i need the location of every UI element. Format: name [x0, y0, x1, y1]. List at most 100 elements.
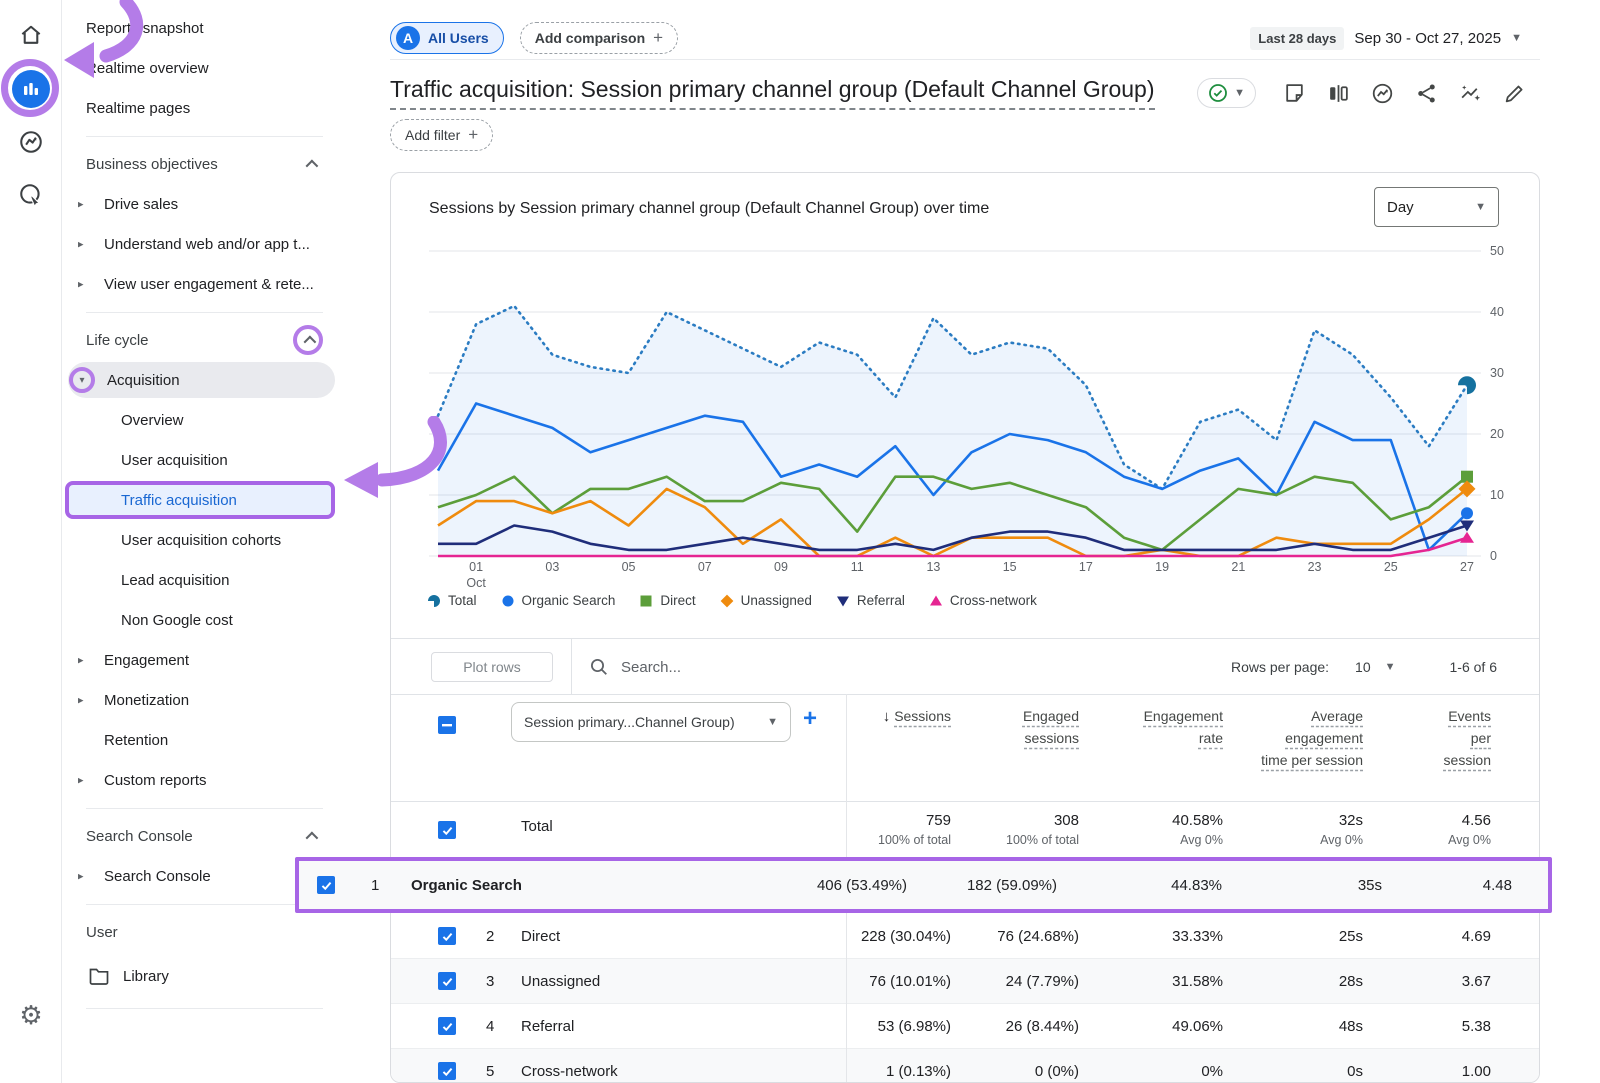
metric-value: 4.48 [1362, 877, 1512, 894]
metric-value: 28s [1223, 973, 1363, 990]
sidebar-item-engagement[interactable]: ▸Engagement [63, 640, 365, 680]
expand-arrow-icon[interactable]: ▸ [78, 694, 84, 707]
chevron-down-icon[interactable]: ▼ [1385, 661, 1396, 673]
total-cell: 32sAvg 0% [1223, 802, 1363, 858]
table-search[interactable]: Search... [589, 652, 681, 682]
expand-arrow-icon[interactable]: ▸ [78, 654, 84, 667]
expand-arrow-icon[interactable]: ▸ [78, 238, 84, 251]
compare-icon[interactable] [1327, 82, 1350, 105]
insights-icon[interactable] [1371, 82, 1394, 105]
table-row-referral[interactable]: 4Referral53 (6.98%)26 (8.44%)49.06%48s5.… [391, 1004, 1540, 1049]
column-header-average-engagement-time-per-session[interactable]: Average engagement time per session [1223, 705, 1363, 771]
sidebar-item-library[interactable]: Library [63, 952, 365, 1000]
y-axis-label: 40 [1490, 305, 1520, 319]
column-header-engagement-rate[interactable]: Engagement rate [1079, 705, 1223, 771]
edit-icon[interactable] [1503, 82, 1526, 105]
sidebar-item-retention[interactable]: Retention [63, 720, 365, 760]
sidebar-item-understand-web-and-or-app-t[interactable]: ▸Understand web and/or app t... [63, 224, 365, 264]
divider [63, 800, 365, 816]
metric-value: 1.00 [1363, 1063, 1491, 1080]
chevron-up-icon[interactable] [297, 151, 323, 177]
plot-rows-button[interactable]: Plot rows [431, 652, 553, 682]
metric-value: 35s [1232, 877, 1382, 894]
settings-gear-icon[interactable]: ⚙ [12, 996, 50, 1034]
note-icon[interactable] [1283, 82, 1306, 105]
all-users-chip[interactable]: A All Users [390, 22, 504, 54]
sidebar-item-user-acquisition-cohorts[interactable]: User acquisition cohorts [63, 520, 365, 560]
row-checkbox[interactable] [438, 1017, 456, 1035]
sparkle-insights-icon[interactable] [1459, 82, 1482, 105]
column-header-events-per-session[interactable]: Events per session [1363, 705, 1491, 771]
metric-value: 53 (6.98%) [846, 1018, 951, 1035]
add-comparison-button[interactable]: Add comparison + [520, 22, 678, 54]
chart-legend: TotalOrganic SearchDirectUnassignedRefer… [427, 593, 1037, 608]
legend-item-cross-network: Cross-network [929, 593, 1037, 608]
table-row-cross-network[interactable]: 5Cross-network1 (0.13%)0 (0%)0%0s1.00 [391, 1049, 1540, 1083]
metric-value: 0% [1079, 1063, 1223, 1080]
x-axis-label: 17 [1064, 559, 1108, 575]
table-row-unassigned[interactable]: 3Unassigned76 (10.01%)24 (7.79%)31.58%28… [391, 959, 1540, 1004]
data-quality-chip[interactable]: ▼ [1197, 78, 1256, 108]
dimension-selector[interactable]: Session primary...Channel Group) ▼ [511, 702, 791, 742]
channel-name: Referral [521, 1018, 574, 1035]
expand-arrow-icon[interactable]: ▸ [78, 278, 84, 291]
column-header-sessions[interactable]: ↓Sessions [846, 705, 951, 771]
sidebar-item-user: User [63, 912, 365, 952]
column-header-engaged-sessions[interactable]: Engaged sessions [951, 705, 1079, 771]
advertising-icon[interactable] [12, 176, 50, 214]
sidebar-item-acquisition[interactable]: ▾Acquisition [63, 360, 365, 400]
x-axis-label: 09 [759, 559, 803, 575]
sidebar-item-reports-snapshot[interactable]: Reports snapshot [63, 8, 365, 48]
channel-name: Cross-network [521, 1063, 618, 1080]
x-axis-label: 01Oct [454, 559, 498, 591]
row-checkbox[interactable] [438, 972, 456, 990]
sidebar-item-non-google-cost[interactable]: Non Google cost [63, 600, 365, 640]
sidebar-item-realtime-pages[interactable]: Realtime pages [63, 88, 365, 128]
report-card: Sessions by Session primary channel grou… [390, 172, 1540, 1083]
metric-value: 31.58% [1079, 973, 1223, 990]
sidebar-item-custom-reports[interactable]: ▸Custom reports [63, 760, 365, 800]
expand-arrow-icon[interactable]: ▸ [78, 870, 84, 883]
collapse-caret-icon[interactable]: ▾ [69, 367, 95, 393]
add-filter-button[interactable]: Add filter + [390, 119, 493, 151]
rows-per-page-value[interactable]: 10 [1355, 659, 1371, 675]
search-placeholder: Search... [621, 659, 681, 676]
add-dimension-button[interactable]: + [803, 707, 817, 731]
home-icon[interactable] [12, 16, 50, 54]
chevron-up-icon[interactable] [293, 325, 323, 355]
sidebar-item-monetization[interactable]: ▸Monetization [63, 680, 365, 720]
table-row-direct[interactable]: 2Direct228 (30.04%)76 (24.68%)33.33%25s4… [391, 914, 1540, 959]
sidebar-item-user-acquisition[interactable]: User acquisition [63, 440, 365, 480]
y-axis-label: 0 [1490, 549, 1520, 563]
granularity-select[interactable]: Day ▼ [1374, 187, 1499, 227]
page-title[interactable]: Traffic acquisition: Session primary cha… [390, 76, 1155, 110]
date-range-selector[interactable]: Sep 30 - Oct 27, 2025 [1354, 30, 1501, 47]
sidebar-item-lead-acquisition[interactable]: Lead acquisition [63, 560, 365, 600]
y-axis-label: 50 [1490, 244, 1520, 258]
y-axis-label: 20 [1490, 427, 1520, 441]
sidebar-item-view-user-engagement-rete[interactable]: ▸View user engagement & rete... [63, 264, 365, 304]
sessions-line-chart[interactable]: 5040302010001Oct030507091113151719212325… [429, 243, 1524, 593]
row-checkbox[interactable] [438, 1062, 456, 1080]
metric-value: 76 (24.68%) [951, 928, 1079, 945]
sidebar-item-overview[interactable]: Overview [63, 400, 365, 440]
total-row-checkbox[interactable] [438, 821, 456, 839]
sidebar-item-realtime-overview[interactable]: Realtime overview [63, 48, 365, 88]
all-users-label: All Users [428, 30, 489, 46]
select-all-checkbox[interactable] [438, 716, 456, 734]
chevron-down-icon: ▼ [767, 716, 778, 728]
expand-arrow-icon[interactable]: ▸ [78, 774, 84, 787]
share-icon[interactable] [1415, 82, 1438, 105]
explore-icon[interactable] [12, 123, 50, 161]
row-checkbox[interactable] [438, 927, 456, 945]
expand-arrow-icon[interactable]: ▸ [78, 198, 84, 211]
annotation-box-organic-search-row[interactable]: 1Organic Search406 (53.49%)182 (59.09%)4… [295, 857, 1552, 913]
sidebar-item-traffic-acquisition[interactable]: Traffic acquisition [63, 480, 365, 520]
sidebar-item-drive-sales[interactable]: ▸Drive sales [63, 184, 365, 224]
chevron-up-icon[interactable] [297, 823, 323, 849]
row-checkbox[interactable] [317, 876, 335, 894]
chevron-down-icon[interactable]: ▼ [1511, 32, 1522, 44]
plus-icon: + [468, 125, 478, 145]
table-header: Session primary...Channel Group) ▼ + ↓Se… [391, 694, 1540, 801]
metric-value: 25s [1223, 928, 1363, 945]
